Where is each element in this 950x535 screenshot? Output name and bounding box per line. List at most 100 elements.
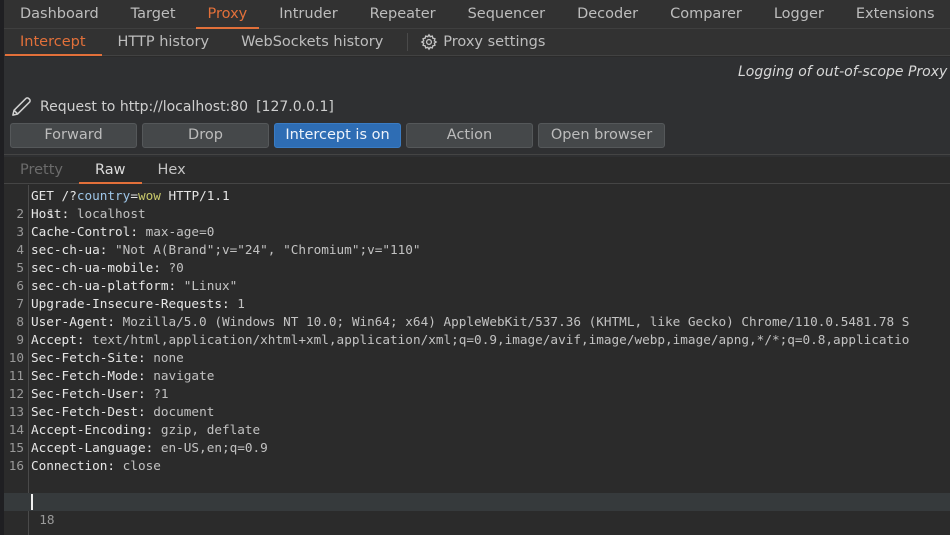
header-line: sec-ch-ua: "Not A(Brand";v="24", "Chromi… [31,242,421,257]
tab-raw[interactable]: Raw [79,157,142,184]
tab-separator [407,33,409,51]
editor-line: 6 sec-ch-ua-platform: "Linux" [4,277,950,295]
tab-extensions[interactable]: Extensions [840,0,950,28]
header-line: Upgrade-Insecure-Requests: 1 [31,296,245,311]
header-value: none [153,350,184,365]
header-line: Sec-Fetch-Site: none [31,350,184,365]
header-value: en-US,en;q=0.9 [160,440,268,455]
line-number: 2 [16,206,24,221]
header-name: Upgrade-Insecure-Requests [31,296,222,311]
header-line: sec-ch-ua-mobile: ?0 [31,260,184,275]
main-tab-bar: Dashboard Target Proxy Intruder Repeater… [4,0,950,29]
request-target-ip: [127.0.0.1] [256,98,334,115]
header-value: max-age=0 [145,224,215,239]
header-value: navigate [153,368,215,383]
tab-http-history[interactable]: HTTP history [102,29,226,56]
request-line: GET /?country=wow HTTP/1.1 [31,188,230,203]
header-line: Host: localhost [31,206,146,221]
editor-line: 17 [4,475,950,509]
line-number: 6 [16,278,24,293]
tab-repeater[interactable]: Repeater [354,0,452,28]
line-number: 14 [8,422,24,437]
editor-line: 11 Sec-Fetch-Mode: navigate [4,367,950,385]
line-number: 13 [8,404,24,419]
tab-intercept[interactable]: Intercept [4,29,102,56]
tab-decoder[interactable]: Decoder [561,0,654,28]
line-number: 16 [8,458,24,473]
tab-logger[interactable]: Logger [758,0,840,28]
line-number: 3 [16,224,24,239]
header-name: Host [31,206,62,221]
line-number: 11 [8,368,24,383]
header-name: User-Agent [31,314,108,329]
header-name: Accept-Encoding [31,422,146,437]
header-line: Accept-Encoding: gzip, deflate [31,422,261,437]
header-name: Sec-Fetch-User [31,386,138,401]
forward-button[interactable]: Forward [10,123,137,148]
intercept-toggle-button[interactable]: Intercept is on [274,123,401,148]
logging-notice: Logging of out-of-scope Proxy t [738,64,950,80]
header-name: Accept-Language [31,440,146,455]
editor-line: 14 Accept-Encoding: gzip, deflate [4,421,950,439]
header-line: Accept-Language: en-US,en;q=0.9 [31,440,268,455]
editor-line: 16 Connection: close [4,457,950,475]
tab-sequencer[interactable]: Sequencer [452,0,561,28]
line-number: 9 [16,332,24,347]
header-line: Sec-Fetch-Mode: navigate [31,368,215,383]
editor-line: 9 Accept: text/html,application/xhtml+xml… [4,331,950,349]
proxy-sub-tab-bar: Intercept HTTP history WebSockets histor… [4,29,950,56]
param-name: country [76,188,131,203]
drop-button[interactable]: Drop [142,123,269,148]
header-line: Cache-Control: max-age=0 [31,224,215,239]
tab-pretty[interactable]: Pretty [4,157,79,183]
header-name: Sec-Fetch-Mode [31,368,138,383]
line-number: 4 [16,242,24,257]
header-line: Accept: text/html,application/xhtml+xml,… [31,332,910,347]
header-name: Accept [31,332,77,347]
message-view-tabs: Pretty Raw Hex [4,157,950,184]
editor-line: 7 Upgrade-Insecure-Requests: 1 [4,295,950,313]
header-value: "Not A(Brand";v="24", "Chromium";v="110" [115,242,421,257]
tab-comparer[interactable]: Comparer [654,0,758,28]
request-editor[interactable]: 1 GET /?country=wow HTTP/1.1 2 Host: loca… [4,185,950,535]
pencil-icon [12,97,31,116]
intercept-toolbar: Forward Drop Intercept is on Action Open… [10,123,670,148]
tab-intruder[interactable]: Intruder [263,0,353,28]
header-name: Cache-Control [31,224,131,239]
editor-line: 5 sec-ch-ua-mobile: ?0 [4,259,950,277]
action-button[interactable]: Action [406,123,533,148]
editor-line: 8 User-Agent: Mozilla/5.0 (Windows NT 10.… [4,313,950,331]
header-value: text/html,application/xhtml+xml,applicat… [92,332,910,347]
header-line: Sec-Fetch-Dest: document [31,404,215,419]
tab-target[interactable]: Target [115,0,192,28]
editor-line: 3 Cache-Control: max-age=0 [4,223,950,241]
line-number: 7 [16,296,24,311]
header-value: ?0 [168,260,184,275]
tab-hex[interactable]: Hex [142,157,202,183]
header-name: Connection [31,458,108,473]
header-name: sec-ch-ua-mobile [31,260,154,275]
header-name: Sec-Fetch-Dest [31,404,138,419]
tab-proxy[interactable]: Proxy [192,0,264,29]
open-browser-button[interactable]: Open browser [538,123,665,148]
header-value: localhost [76,206,146,221]
header-line: User-Agent: Mozilla/5.0 (Windows NT 10.0… [31,314,910,329]
line-number: 18 [39,512,55,527]
editor-line: 4 sec-ch-ua: "Not A(Brand";v="24", "Chrom… [4,241,950,259]
editor-line: 13 Sec-Fetch-Dest: document [4,403,950,421]
tab-websockets-history[interactable]: WebSockets history [225,29,399,56]
header-value: close [122,458,161,473]
param-value: wow [137,188,161,203]
editor-line: 1 GET /?country=wow HTTP/1.1 [4,187,950,221]
editor-line: 2 Host: localhost [4,205,950,223]
proxy-settings-button[interactable]: Proxy settings [420,29,545,56]
tab-dashboard[interactable]: Dashboard [4,0,115,28]
header-value: ?1 [153,386,169,401]
editor-line: 12 Sec-Fetch-User: ?1 [4,385,950,403]
line-number: 8 [16,314,24,329]
header-name: sec-ch-ua-platform [31,278,169,293]
header-line: Connection: close [31,458,161,473]
request-target: Request to http://localhost:80 [127.0.0.… [10,95,334,118]
line-number: 15 [8,440,24,455]
header-value: 1 [237,296,245,311]
